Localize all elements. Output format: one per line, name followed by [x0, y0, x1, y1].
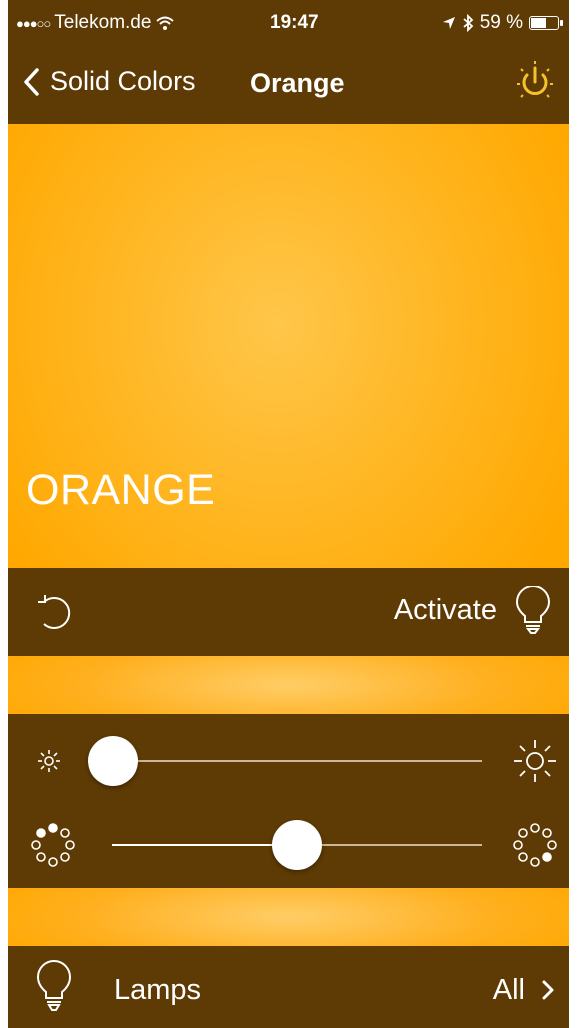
- brightness-slider[interactable]: [112, 760, 482, 762]
- saturation-slider-row: [8, 810, 569, 880]
- lamps-value: All: [492, 974, 525, 1006]
- controls-panel: [8, 714, 569, 888]
- lightbulb-icon: [36, 960, 72, 1011]
- sun-large-icon: [514, 740, 556, 782]
- saturation-slider-fill: [112, 844, 297, 846]
- battery-icon: [529, 16, 563, 30]
- status-bar: ●●●○○ Telekom.de 19:47 59 %: [8, 0, 569, 48]
- brightness-slider-thumb[interactable]: [88, 736, 138, 786]
- power-icon: [517, 61, 553, 98]
- carrier-name: Telekom.de: [54, 12, 152, 33]
- color-strip-top: [8, 656, 569, 714]
- carrier-info: ●●●○○ Telekom.de: [16, 12, 175, 34]
- status-right: 59 %: [442, 12, 563, 34]
- back-label: Solid Colors: [50, 66, 196, 96]
- battery-level-fill: [531, 18, 546, 28]
- app-frame: ●●●○○ Telekom.de 19:47 59 % Solid Colors…: [8, 0, 569, 1028]
- chevron-left-icon: [24, 67, 39, 96]
- activate-label: Activate: [393, 593, 497, 626]
- action-bar: Activate: [8, 568, 569, 656]
- back-button[interactable]: Solid Colors: [22, 66, 196, 97]
- wifi-icon: [156, 16, 175, 30]
- lamps-label: Lamps: [114, 974, 202, 1006]
- sun-small-icon: [38, 750, 60, 772]
- signal-strength-icon: ●●●○○: [16, 15, 51, 31]
- battery-percent: 59 %: [479, 12, 523, 33]
- lamps-row[interactable]: Lamps All: [8, 946, 569, 1028]
- location-arrow-icon: [442, 17, 455, 29]
- dial-high-icon: [513, 823, 557, 867]
- activate-button[interactable]: Activate: [394, 586, 551, 634]
- power-button[interactable]: [513, 60, 557, 104]
- dial-low-icon: [31, 823, 75, 867]
- page-title: Orange: [250, 68, 345, 98]
- color-preview: ORANGE: [8, 124, 569, 568]
- undo-button[interactable]: [30, 590, 76, 636]
- color-strip-bottom: [8, 888, 569, 946]
- status-time: 19:47: [270, 12, 319, 33]
- brightness-slider-row: [8, 726, 569, 796]
- color-name: ORANGE: [26, 466, 216, 514]
- saturation-slider-thumb[interactable]: [272, 820, 322, 870]
- undo-icon: [38, 595, 71, 629]
- chevron-right-icon: [542, 980, 554, 1000]
- bluetooth-icon: [463, 14, 474, 32]
- nav-bar: Solid Colors Orange: [8, 48, 569, 124]
- lightbulb-icon: [515, 586, 551, 634]
